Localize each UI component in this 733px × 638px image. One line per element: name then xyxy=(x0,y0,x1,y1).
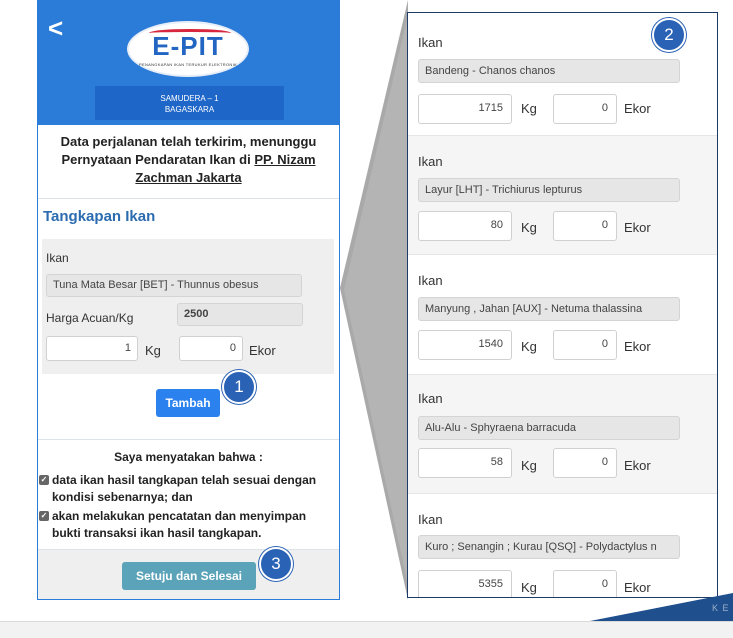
kg-unit: Kg xyxy=(145,343,161,358)
kg-input[interactable]: 1540 xyxy=(418,330,512,360)
fish-select[interactable]: Alu-Alu - Sphyraena barracuda xyxy=(418,416,680,440)
kg-unit: Kg xyxy=(521,220,537,235)
kg-input[interactable]: 80 xyxy=(418,211,512,241)
bottom-bar xyxy=(0,621,733,638)
step-marker-2: 2 xyxy=(652,18,686,52)
agree-finish-button[interactable]: Setuju dan Selesai xyxy=(122,562,256,590)
kg-unit: Kg xyxy=(521,458,537,473)
fish-select[interactable]: Manyung , Jahan [AUX] - Netuma thalassin… xyxy=(418,297,680,321)
fish-select[interactable]: Kuro ; Senangin ; Kurau [QSQ] - Polydact… xyxy=(418,535,680,559)
step-marker-1: 1 xyxy=(222,370,256,404)
list-item: Ikan Manyung , Jahan [AUX] - Netuma thal… xyxy=(408,255,717,375)
logo-subtitle: PENANGKAPAN IKAN TERUKUR ELEKTRONIK xyxy=(139,62,237,67)
corner-text: K E xyxy=(712,603,730,613)
declaration: Saya menyatakan bahwa : ✓ data ikan hasi… xyxy=(38,439,339,544)
fish-label: Ikan xyxy=(418,35,443,50)
back-arrow-icon[interactable]: < xyxy=(48,15,63,41)
list-item: Ikan Layur [LHT] - Trichiurus lepturus 8… xyxy=(408,136,717,255)
screenshot-canvas: < E-PIT PENANGKAPAN IKAN TERUKUR ELEKTRO… xyxy=(0,0,733,638)
epit-logo: E-PIT PENANGKAPAN IKAN TERUKUR ELEKTRONI… xyxy=(127,21,249,77)
ekor-input[interactable]: 0 xyxy=(553,330,617,360)
kg-input[interactable]: 1715 xyxy=(418,94,512,124)
status-notice: Data perjalanan telah terkirim, menunggu… xyxy=(38,125,339,187)
add-button[interactable]: Tambah xyxy=(156,389,220,417)
fish-select[interactable]: Tuna Mata Besar [BET] - Thunnus obesus xyxy=(46,274,302,297)
fish-select[interactable]: Layur [LHT] - Trichiurus lepturus xyxy=(418,178,680,202)
ekor-unit: Ekor xyxy=(624,220,651,235)
zoom-wedge-inner xyxy=(344,15,408,585)
fish-label: Ikan xyxy=(418,154,443,169)
ekor-unit: Ekor xyxy=(624,458,651,473)
kg-input[interactable]: 58 xyxy=(418,448,512,478)
list-item: Ikan Alu-Alu - Sphyraena barracuda 58 Kg… xyxy=(408,375,717,494)
fish-label: Ikan xyxy=(418,391,443,406)
vessel-badge: SAMUDERA – 1 BAGASKARA xyxy=(95,86,284,120)
declaration-text: data ikan hasil tangkapan telah sesuai d… xyxy=(52,473,317,504)
checkbox-checked-icon[interactable]: ✓ xyxy=(39,511,49,521)
ekor-unit: Ekor xyxy=(624,339,651,354)
kg-input[interactable]: 5355 xyxy=(418,570,512,597)
ekor-input[interactable]: 0 xyxy=(179,336,243,361)
list-item: Ikan Kuro ; Senangin ; Kurau [QSQ] - Pol… xyxy=(408,494,717,597)
zoomed-fish-list: Ikan Bandeng - Chanos chanos 1715 Kg 0 E… xyxy=(407,12,718,598)
vessel-name: SAMUDERA – 1 xyxy=(160,94,219,103)
fish-label: Ikan xyxy=(46,251,69,265)
fish-select[interactable]: Bandeng - Chanos chanos xyxy=(418,59,680,83)
price-label: Harga Acuan/Kg xyxy=(46,311,134,325)
checkbox-checked-icon[interactable]: ✓ xyxy=(39,475,49,485)
app-header: < E-PIT PENANGKAPAN IKAN TERUKUR ELEKTRO… xyxy=(38,1,339,125)
catch-form: Ikan Tuna Mata Besar [BET] - Thunnus obe… xyxy=(42,239,334,374)
vessel-owner: BAGASKARA xyxy=(164,105,215,114)
declaration-item[interactable]: ✓ akan melakukan pencatatan dan menyimpa… xyxy=(38,508,339,542)
ekor-unit: Ekor xyxy=(249,343,276,358)
price-field: 2500 xyxy=(177,303,303,326)
declaration-item[interactable]: ✓ data ikan hasil tangkapan telah sesuai… xyxy=(38,472,339,506)
declaration-text: akan melakukan pencatatan dan menyimpan … xyxy=(52,509,307,540)
kg-unit: Kg xyxy=(521,101,537,116)
section-title: Tangkapan Ikan xyxy=(38,198,339,238)
footer-bar: Setuju dan Selesai xyxy=(38,549,339,599)
phone-screen: < E-PIT PENANGKAPAN IKAN TERUKUR ELEKTRO… xyxy=(37,0,340,600)
fish-label: Ikan xyxy=(418,273,443,288)
ekor-input[interactable]: 0 xyxy=(553,94,617,124)
step-marker-3: 3 xyxy=(259,547,293,581)
kg-unit: Kg xyxy=(521,580,537,595)
ekor-unit: Ekor xyxy=(624,101,651,116)
ekor-input[interactable]: 0 xyxy=(553,211,617,241)
kg-unit: Kg xyxy=(521,339,537,354)
ekor-input[interactable]: 0 xyxy=(553,448,617,478)
declaration-title: Saya menyatakan bahwa : xyxy=(114,450,263,464)
zoom-connector xyxy=(340,0,408,600)
logo-brand: E-PIT xyxy=(152,31,224,61)
kg-input[interactable]: 1 xyxy=(46,336,138,361)
fish-label: Ikan xyxy=(418,512,443,527)
